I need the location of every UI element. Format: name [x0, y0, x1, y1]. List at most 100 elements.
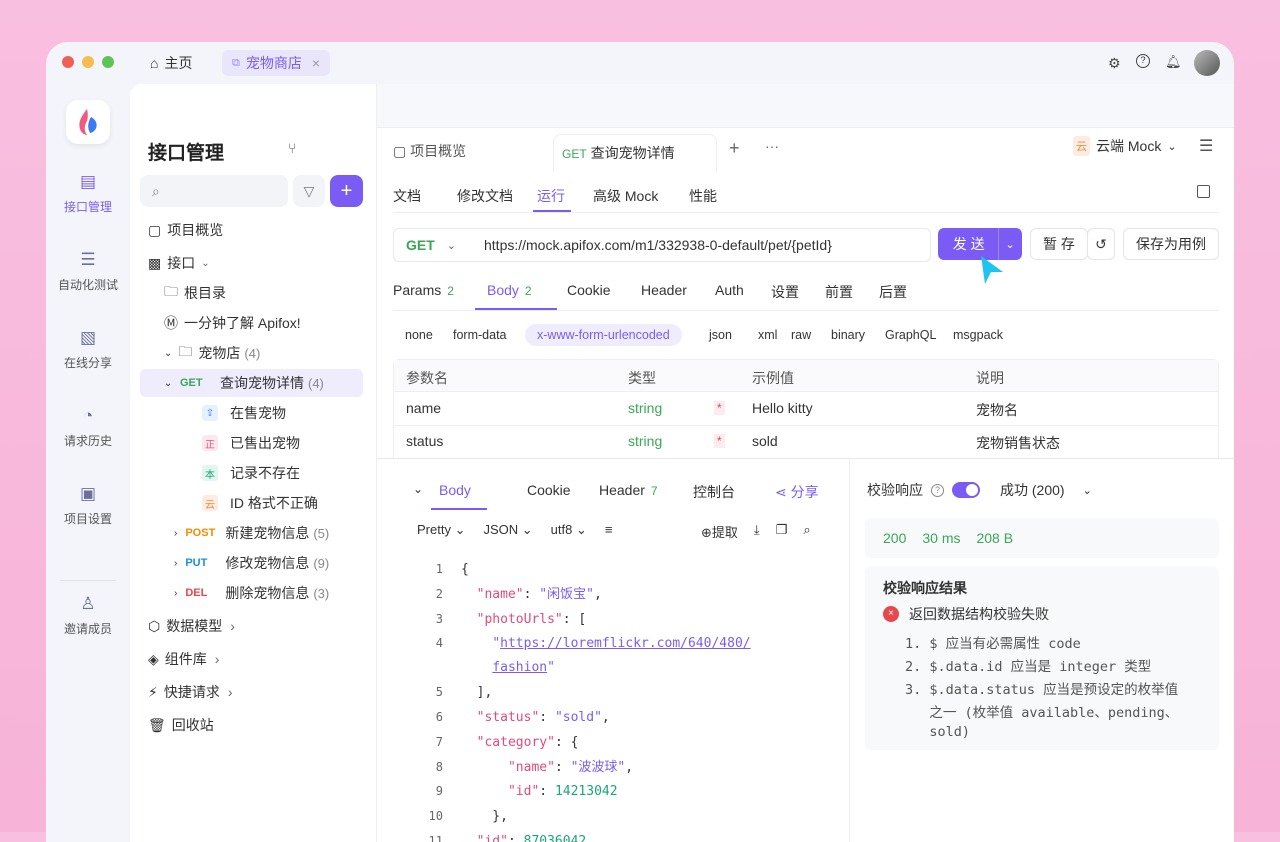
- wrap-icon[interactable]: ≡: [605, 522, 613, 538]
- subtab-2[interactable]: 运行: [537, 186, 565, 206]
- request-tab-header[interactable]: Header: [641, 282, 687, 298]
- nav-invite[interactable]: ♙ 邀请成员: [46, 594, 130, 637]
- request-tab-body[interactable]: Body 2: [487, 282, 532, 298]
- body-type-form-data[interactable]: form-data: [453, 324, 507, 342]
- avatar[interactable]: [1194, 50, 1220, 76]
- code-token[interactable]: fashion: [492, 660, 547, 675]
- home-tab[interactable]: ⌂ 主页: [140, 50, 202, 76]
- settings-icon[interactable]: ⚙: [1108, 55, 1121, 72]
- case-item[interactable]: ⇪ 在售宠物: [130, 399, 376, 427]
- tree-item-del-pet[interactable]: › DEL 删除宠物信息 (3): [130, 579, 376, 607]
- tree-item-get-pet[interactable]: ⌄ GET 查询宠物详情 (4): [140, 369, 363, 397]
- tree-item-doc[interactable]: Ⓜ 一分钟了解 Apifox!: [130, 309, 376, 337]
- save-button[interactable]: 暂 存: [1030, 228, 1088, 260]
- branch-icon[interactable]: ⑂: [288, 140, 296, 156]
- tree-item-trash[interactable]: 🗑︎ 回收站: [130, 711, 376, 739]
- request-tab-params[interactable]: Params 2: [393, 282, 454, 298]
- splitter[interactable]: [377, 458, 1234, 459]
- url-input[interactable]: https://mock.apifox.com/m1/332938-0-defa…: [484, 237, 832, 253]
- method-select[interactable]: GET: [406, 237, 435, 253]
- chevron-down-icon[interactable]: ⌄: [413, 482, 423, 496]
- environment-select[interactable]: 云云端 Mock ⌄: [1067, 132, 1183, 160]
- response-tab-1[interactable]: Cookie: [527, 482, 571, 498]
- extract-button[interactable]: ⊕提取: [701, 522, 738, 541]
- validation-toggle[interactable]: [952, 482, 980, 498]
- body-type-json[interactable]: json: [709, 324, 732, 342]
- nav-automation[interactable]: ☰ 自动化测试: [46, 250, 130, 293]
- nav-project-settings[interactable]: ▣ 项目设置: [46, 484, 130, 527]
- search-icon[interactable]: ⌕: [803, 522, 810, 541]
- chevron-down-icon[interactable]: ⌄: [1083, 484, 1092, 497]
- tree-item-overview[interactable]: ▢ 项目概览: [130, 216, 376, 244]
- add-tab-button[interactable]: +: [729, 138, 740, 159]
- nav-api-management[interactable]: ▤ 接口管理: [46, 172, 130, 215]
- request-tab-auth[interactable]: Auth: [715, 282, 744, 298]
- code-token[interactable]: https://loremflickr.com/640/480/: [500, 636, 750, 651]
- response-tab-3[interactable]: 控制台: [693, 482, 735, 502]
- more-icon[interactable]: ···: [765, 138, 779, 154]
- body-type-binary[interactable]: binary: [831, 324, 865, 342]
- search-input[interactable]: ⌕: [140, 175, 288, 207]
- encoding-select[interactable]: utf8 ⌄: [551, 522, 587, 538]
- format-select[interactable]: Pretty ⌄: [417, 522, 465, 538]
- bell-icon[interactable]: 🔔︎: [1165, 54, 1182, 70]
- close-icon[interactable]: ×: [312, 55, 320, 71]
- case-item[interactable]: 正已售出宠物: [130, 429, 376, 457]
- subtab-4[interactable]: 性能: [689, 186, 717, 206]
- response-tab-2[interactable]: Header 7: [599, 482, 658, 498]
- body-type-x-www-form-urlencoded[interactable]: x-www-form-urlencoded: [525, 324, 682, 346]
- nav-share[interactable]: ▧ 在线分享: [46, 328, 130, 371]
- download-icon[interactable]: ⤓: [754, 522, 760, 541]
- add-button[interactable]: +: [330, 175, 363, 207]
- subtab-0[interactable]: 文档: [393, 186, 421, 206]
- body-type-GraphQL[interactable]: GraphQL: [885, 324, 936, 342]
- subtab-3[interactable]: 高级 Mock: [593, 186, 658, 206]
- case-item[interactable]: 云 ID 格式不正确: [130, 489, 376, 517]
- param-example[interactable]: sold: [752, 433, 778, 449]
- menu-icon[interactable]: ☰: [1199, 136, 1213, 156]
- save-as-case-button[interactable]: 保存为用例: [1123, 228, 1219, 260]
- request-tab-cookie[interactable]: Cookie: [567, 282, 611, 298]
- case-item[interactable]: 本记录不存在: [130, 459, 376, 487]
- tree-item-models[interactable]: ⬡ 数据模型 ›: [130, 612, 376, 640]
- copy-icon[interactable]: ❐: [776, 522, 788, 541]
- param-type[interactable]: string: [628, 433, 662, 449]
- language-select[interactable]: JSON ⌄: [483, 522, 532, 538]
- filter-button[interactable]: ▽: [293, 175, 325, 207]
- param-type[interactable]: string: [628, 400, 662, 416]
- request-tab-设置[interactable]: 设置: [771, 282, 799, 302]
- panel-toggle-icon[interactable]: [1197, 185, 1210, 198]
- body-type-none[interactable]: none: [405, 324, 433, 342]
- subtab-1[interactable]: 修改文档: [457, 186, 513, 206]
- chevron-down-icon[interactable]: ⌄: [999, 238, 1021, 251]
- help-icon[interactable]: ?: [1136, 54, 1150, 68]
- project-tab[interactable]: ⧉ 宠物商店 ×: [222, 50, 331, 76]
- response-status-select[interactable]: 成功 (200): [1000, 480, 1065, 500]
- param-name[interactable]: name: [406, 400, 441, 416]
- param-name[interactable]: status: [406, 433, 443, 449]
- tree-item-put-pet[interactable]: › PUT 修改宠物信息 (9): [130, 549, 376, 577]
- param-description[interactable]: 宠物名: [976, 400, 1018, 420]
- tab-active-request[interactable]: GET 查询宠物详情: [553, 134, 717, 172]
- reset-button[interactable]: ↺: [1087, 228, 1115, 260]
- param-description[interactable]: 宠物销售状态: [976, 433, 1060, 453]
- nav-history[interactable]: ◔ 请求历史: [46, 406, 130, 449]
- tab-overview[interactable]: ▢ 项目概览: [393, 141, 466, 161]
- response-tab-0[interactable]: Body: [439, 482, 471, 498]
- body-type-msgpack[interactable]: msgpack: [953, 324, 1003, 342]
- maximize-window-button[interactable]: [102, 56, 114, 68]
- request-tab-后置[interactable]: 后置: [879, 282, 907, 302]
- request-tab-前置[interactable]: 前置: [825, 282, 853, 302]
- minimize-window-button[interactable]: [82, 56, 94, 68]
- share-button[interactable]: ⋖ 分享: [775, 482, 819, 502]
- body-type-raw[interactable]: raw: [791, 324, 811, 342]
- tree-item-root[interactable]: 🗀︎ 根目录: [130, 279, 376, 307]
- close-window-button[interactable]: [62, 56, 74, 68]
- body-type-xml[interactable]: xml: [758, 324, 777, 342]
- tree-item-components[interactable]: ◈ 组件库 ›: [130, 645, 376, 673]
- tree-item-post-pet[interactable]: › POST 新建宠物信息 (5): [130, 519, 376, 547]
- tree-item-petstore[interactable]: ⌄ 🗀︎ 宠物店 (4): [130, 339, 376, 367]
- tree-item-quick-request[interactable]: ⚡︎ 快捷请求 ›: [130, 678, 376, 706]
- tree-item-api[interactable]: ▩ 接口 ⌄: [130, 249, 376, 277]
- param-example[interactable]: Hello kitty: [752, 400, 813, 416]
